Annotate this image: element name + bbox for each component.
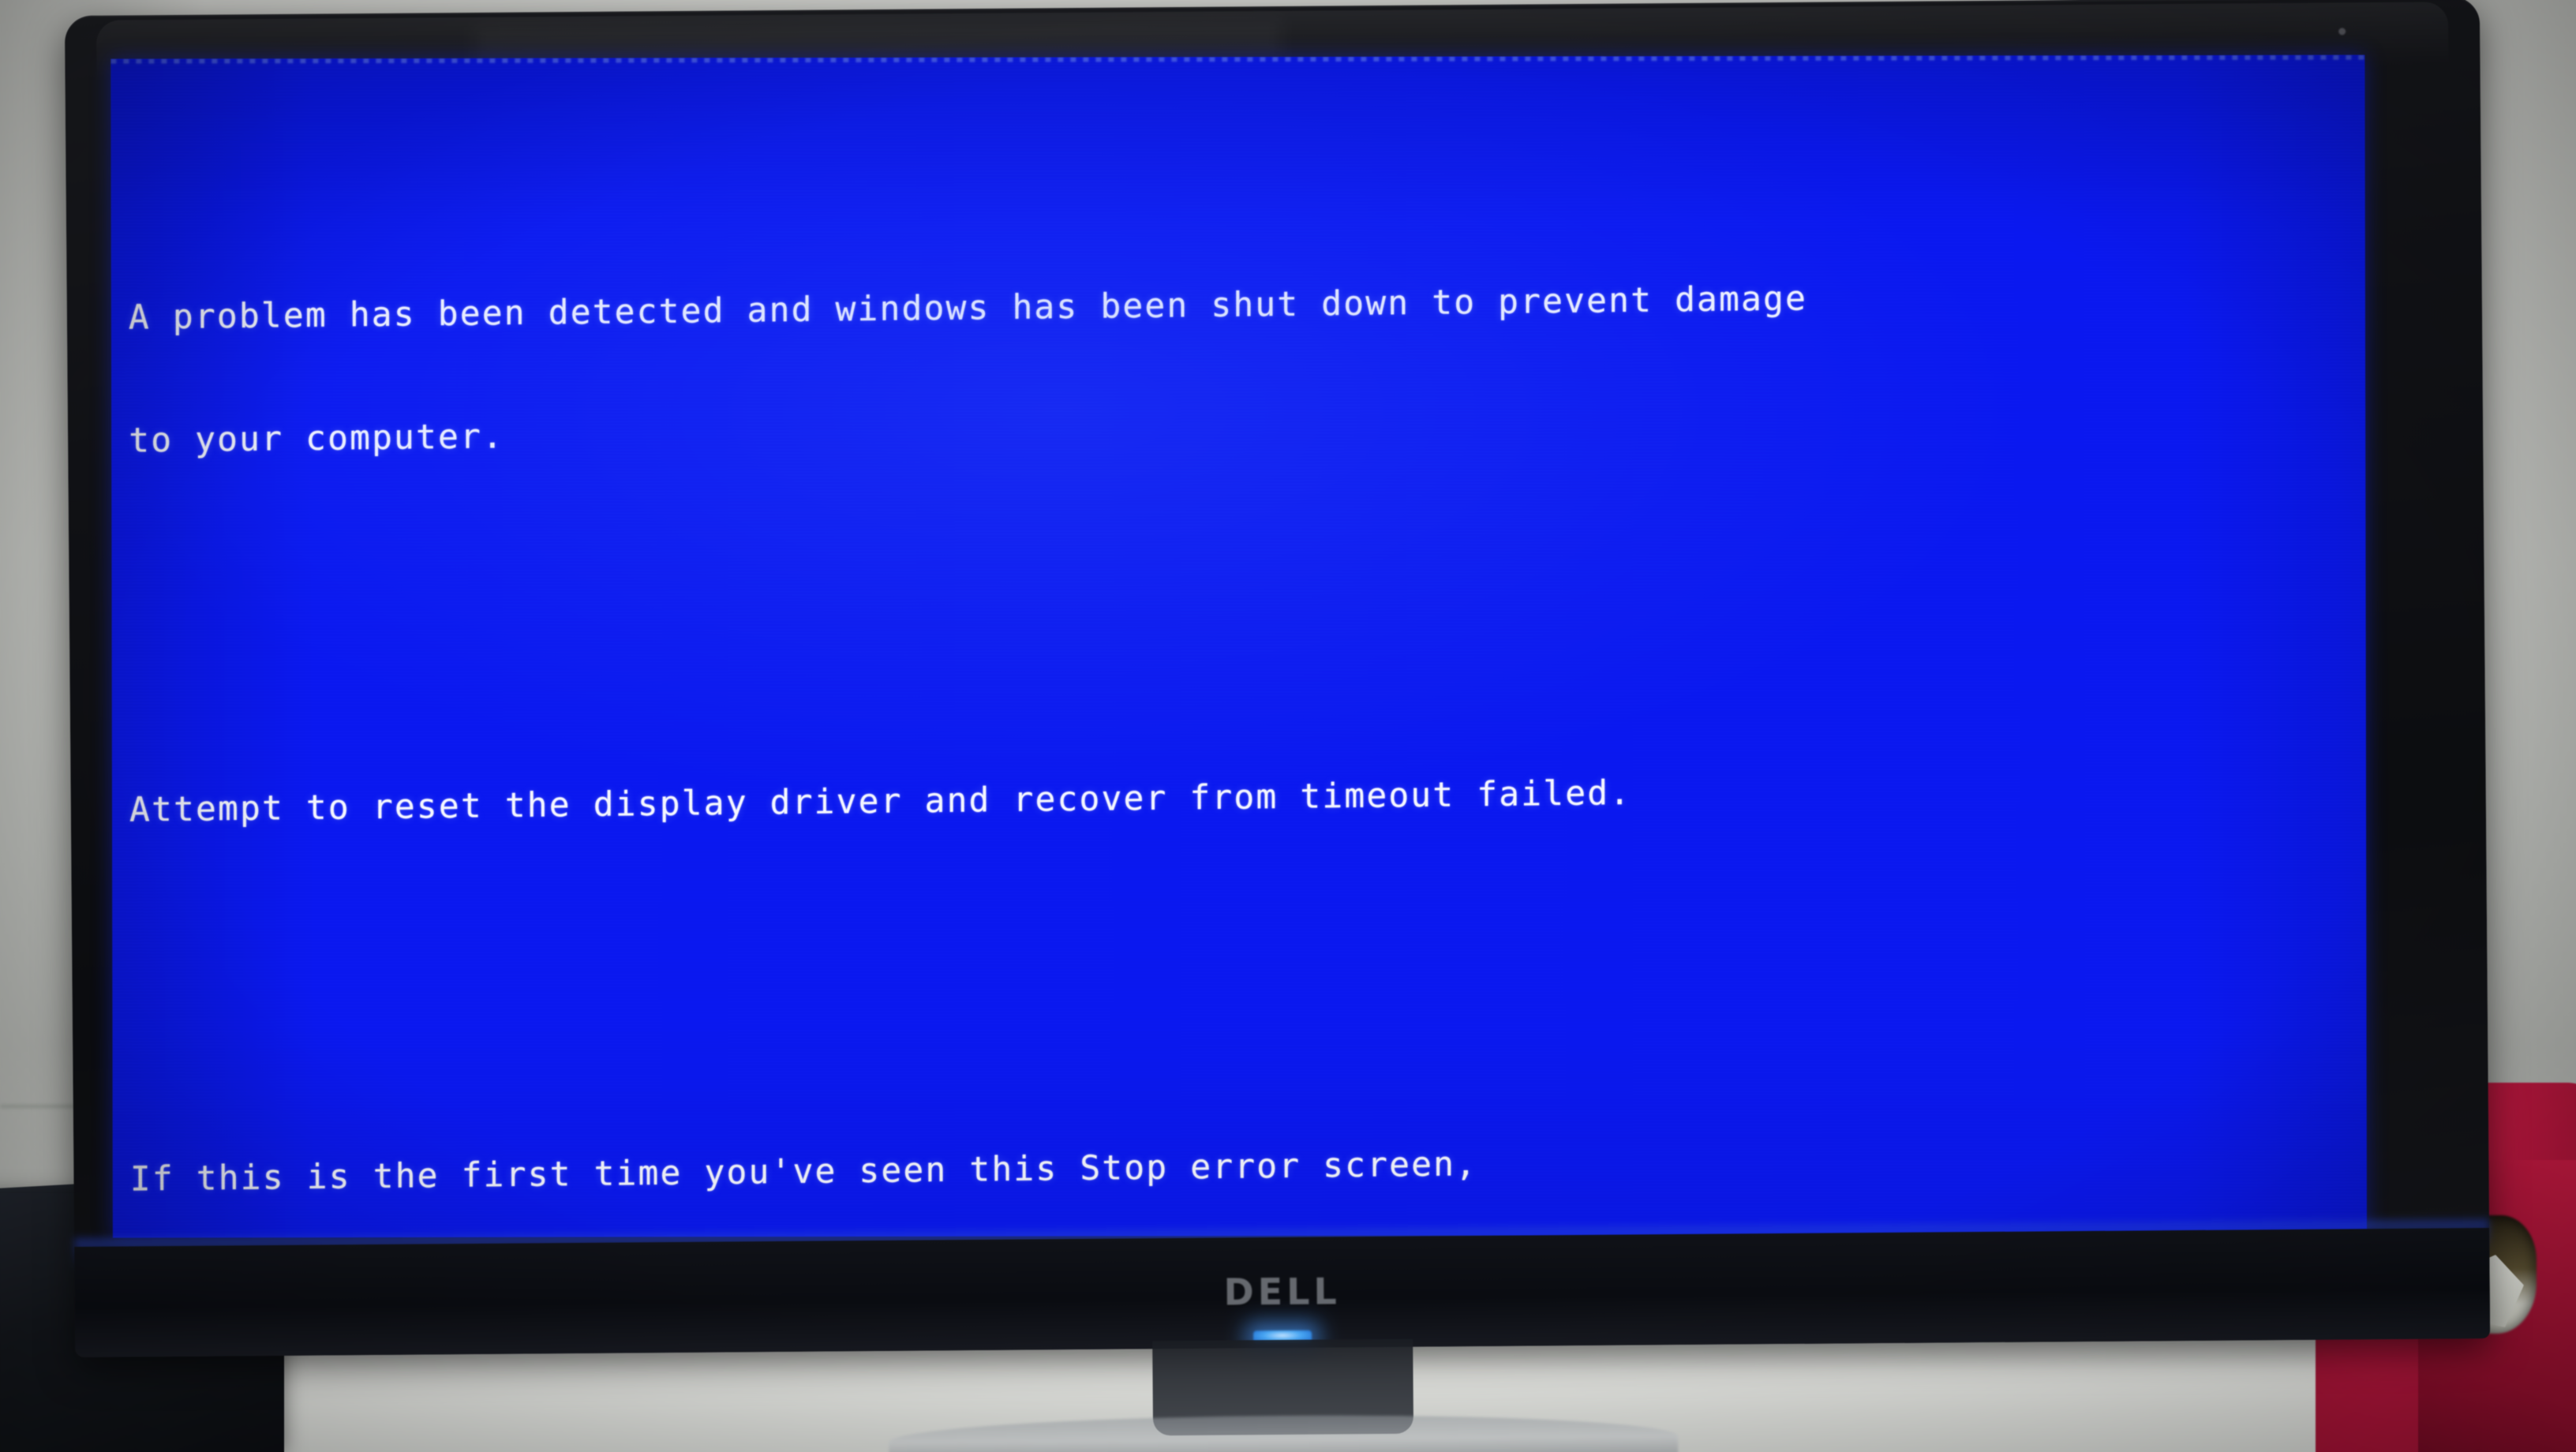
bsod-paragraph-error-summary: Attempt to reset the display driver and … <box>129 683 2347 913</box>
bsod-line: A problem has been detected and windows … <box>128 279 1808 338</box>
dell-logo: DELL <box>1223 1270 1341 1314</box>
webcam-dot-icon <box>2338 28 2346 36</box>
bsod-line: to your computer. <box>129 417 505 461</box>
bsod-text-block: A problem has been detected and windows … <box>128 67 2353 1238</box>
bsod-line: If this is the first time you've seen th… <box>129 1144 1478 1199</box>
bsod-line: Attempt to reset the display driver and … <box>129 773 1632 830</box>
bsod-paragraph-first-time-advice: If this is the first time you've seen th… <box>130 1052 2349 1238</box>
monitor-stand-base <box>888 1413 1679 1452</box>
photo-scene: A to At If re th Ch If fo If or If yo se… <box>0 0 2576 1452</box>
dell-monitor: A to At If re th Ch If fo If or If yo se… <box>64 0 2491 1452</box>
bsod-screen: A to At If re th Ch If fo If or If yo se… <box>110 54 2367 1238</box>
bsod-paragraph-intro: A problem has been detected and windows … <box>129 190 2347 544</box>
screen-panel: A to At If re th Ch If fo If or If yo se… <box>110 54 2367 1238</box>
